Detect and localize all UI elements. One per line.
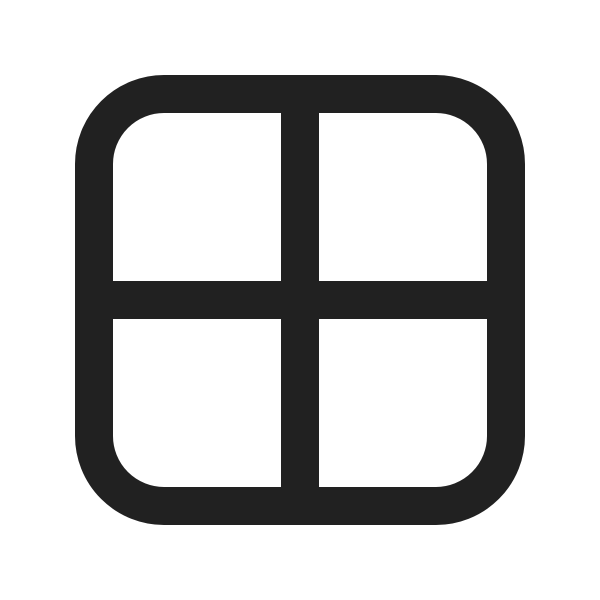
grid-four-icon: [75, 75, 525, 525]
icon-canvas: [0, 0, 600, 600]
icon-container: [0, 0, 600, 600]
